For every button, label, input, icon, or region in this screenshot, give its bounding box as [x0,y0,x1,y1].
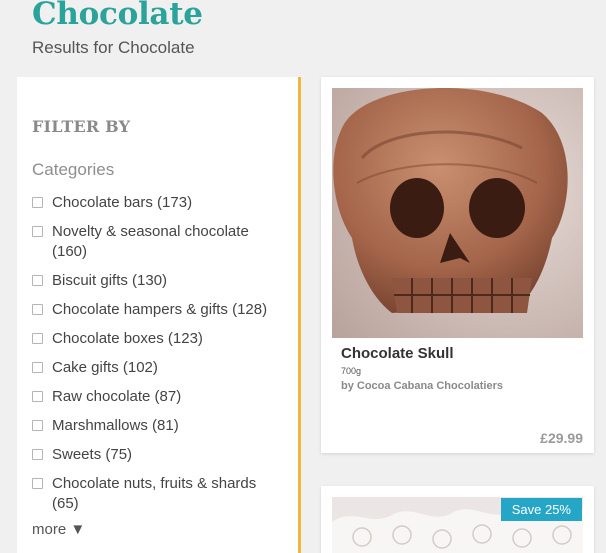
product-seller[interactable]: by Cocoa Cabana Chocolatiers [341,380,503,392]
chocolate-skull-image[interactable] [332,88,583,338]
category-item-novelty-seasonal[interactable]: Novelty & seasonal chocolate (160) [32,222,282,262]
category-item-hampers-gifts[interactable]: Chocolate hampers & gifts (128) [32,300,282,320]
filter-panel: FILTER BY Categories Chocolate bars (173… [17,77,301,553]
checkbox[interactable] [32,304,43,315]
category-item-chocolate-bars[interactable]: Chocolate bars (173) [32,193,282,213]
categories-heading: Categories [32,160,115,179]
category-item-biscuit-gifts[interactable]: Biscuit gifts (130) [32,271,282,291]
category-label: Sweets (75) [52,446,133,463]
checkbox[interactable] [32,333,43,344]
product-card[interactable]: Save 25% [321,486,594,553]
page-title: Chocolate [32,0,203,32]
category-label: Chocolate boxes (123) [52,330,203,347]
category-item-sweets[interactable]: Sweets (75) [32,445,282,465]
category-item-cake-gifts[interactable]: Cake gifts (102) [32,358,282,378]
filter-heading: FILTER BY [32,117,131,136]
chocolate-skull-illustration [332,88,583,338]
save-badge: Save 25% [500,498,582,521]
checkbox[interactable] [32,197,43,208]
category-label: Marshmallows (81) [52,417,179,434]
checkbox[interactable] [32,420,43,431]
checkbox[interactable] [32,391,43,402]
category-label: Raw chocolate (87) [52,388,182,405]
category-label: Cake gifts (102) [52,359,158,376]
category-item-raw-chocolate[interactable]: Raw chocolate (87) [32,387,282,407]
category-label: Chocolate bars (173) [52,194,193,211]
category-label: Chocolate hampers & gifts (128) [52,301,268,318]
category-item-nuts-fruits-shards[interactable]: Chocolate nuts, fruits & shards (65) [32,474,282,514]
checkbox[interactable] [32,362,43,373]
more-categories-link[interactable]: more ▼ [32,521,85,538]
page-subtitle: Results for Chocolate [32,38,195,57]
checkbox[interactable] [32,478,43,489]
category-item-marshmallows[interactable]: Marshmallows (81) [32,416,282,436]
checkbox[interactable] [32,275,43,286]
product-weight: 700g [341,366,362,376]
product-name[interactable]: Chocolate Skull [341,345,454,362]
checkbox[interactable] [32,226,43,237]
category-list: Chocolate bars (173) Novelty & seasonal … [32,193,282,523]
checkbox[interactable] [32,449,43,460]
category-label: Novelty & seasonal chocolate (160) [52,223,249,260]
category-item-chocolate-boxes[interactable]: Chocolate boxes (123) [32,329,282,349]
product-price: £29.99 [540,430,583,446]
product-card[interactable]: Chocolate Skull 700g by Cocoa Cabana Cho… [321,77,594,453]
category-label: Biscuit gifts (130) [52,272,168,289]
category-label: Chocolate nuts, fruits & shards (65) [52,475,257,512]
